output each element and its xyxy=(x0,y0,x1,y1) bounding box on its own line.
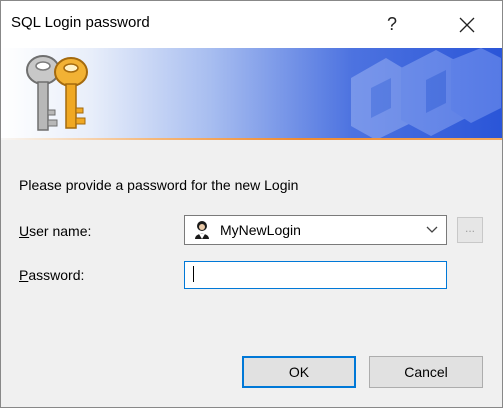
chevron-down-icon xyxy=(426,226,438,233)
user-name-dropdown[interactable]: MyNewLogin xyxy=(184,215,447,245)
password-label-accelerator: P xyxy=(19,267,29,283)
user-name-label: User name: xyxy=(19,223,91,239)
password-label: Password: xyxy=(19,267,84,283)
dialog-body: Please provide a password for the new Lo… xyxy=(1,140,502,407)
prompt-text: Please provide a password for the new Lo… xyxy=(19,177,299,193)
db-watermark-icon xyxy=(351,48,501,140)
cancel-button[interactable]: Cancel xyxy=(369,356,483,388)
close-button[interactable] xyxy=(441,1,493,48)
close-icon xyxy=(459,17,475,32)
window-title: SQL Login password xyxy=(11,14,150,31)
help-button[interactable]: ? xyxy=(369,1,415,48)
ok-button[interactable]: OK xyxy=(242,356,356,388)
keys-icon xyxy=(26,55,88,131)
header-banner xyxy=(1,48,502,140)
user-name-value: MyNewLogin xyxy=(220,222,301,238)
user-icon xyxy=(195,221,209,239)
user-name-label-accelerator: U xyxy=(19,223,30,239)
user-name-label-text: ser name: xyxy=(29,223,92,239)
title-bar: SQL Login password ? xyxy=(1,1,502,48)
sql-login-password-dialog: SQL Login password ? Please provide a pa… xyxy=(0,0,503,408)
password-input[interactable] xyxy=(184,261,447,289)
password-label-text: assword: xyxy=(28,267,85,283)
browse-user-button[interactable]: ... xyxy=(457,217,483,243)
